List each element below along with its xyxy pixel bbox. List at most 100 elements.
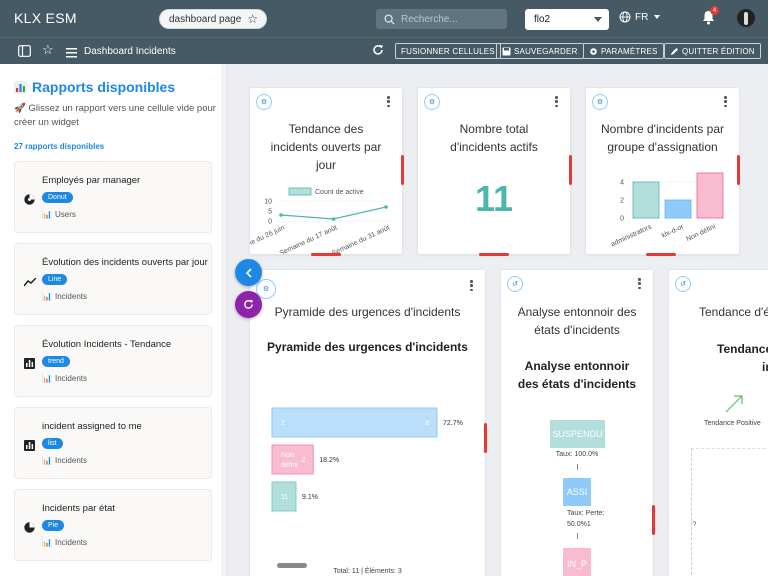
report-type-badge: Pie bbox=[42, 520, 65, 531]
search-box[interactable] bbox=[376, 9, 507, 29]
merge-cells-button[interactable]: FUSIONNER CELLULES bbox=[395, 43, 501, 59]
axis-tick: ? bbox=[693, 522, 697, 528]
avatar[interactable] bbox=[737, 9, 755, 27]
report-source-label: Incidents bbox=[54, 456, 87, 465]
report-card[interactable]: Évolution des incidents ouverts par jour… bbox=[14, 243, 212, 315]
table-icon: 📊 bbox=[42, 538, 52, 547]
widget-funnel[interactable]: ↺ Analyse entonnoir des états d'incident… bbox=[500, 269, 654, 576]
search-input[interactable] bbox=[401, 13, 501, 25]
resize-handle-right[interactable] bbox=[484, 423, 487, 453]
report-card[interactable]: Incidents par état Pie 📊 Incidents bbox=[14, 489, 212, 561]
app-title[interactable]: KLX ESM bbox=[14, 10, 77, 26]
chart-footer: Total: 11 | Éléments: 3 bbox=[333, 568, 402, 575]
more-vert-icon[interactable] bbox=[387, 96, 390, 107]
chart-subtitle: Pyramide des urgences d'incidents bbox=[267, 340, 468, 354]
widget-trend-evolution[interactable]: ↺ Tendance d'év Tendance in Tendance Pos… bbox=[668, 269, 768, 576]
workspace-value: flo2 bbox=[534, 14, 551, 25]
page-chip-label: dashboard page bbox=[169, 13, 242, 25]
report-source-label: Users bbox=[54, 210, 76, 219]
save-label: SAUVEGARDER bbox=[514, 46, 578, 56]
more-vert-icon[interactable] bbox=[555, 96, 558, 107]
value-label: 2 bbox=[301, 457, 305, 464]
quit-edit-button[interactable]: QUITTER ÉDITION bbox=[664, 43, 761, 59]
resize-handle-right[interactable] bbox=[569, 155, 572, 185]
save-button[interactable]: SAUVEGARDER bbox=[496, 43, 584, 59]
report-card[interactable]: Employés par manager Donut 📊 Users bbox=[14, 161, 212, 233]
resize-handle-right[interactable] bbox=[401, 155, 404, 185]
resize-handle-right[interactable] bbox=[652, 505, 655, 535]
star-icon[interactable]: ☆ bbox=[247, 12, 258, 26]
resize-handle-bottom[interactable] bbox=[479, 253, 509, 256]
search-icon bbox=[384, 13, 395, 25]
notifications-button[interactable]: 4 bbox=[702, 6, 719, 30]
widget-group[interactable]: ⚙ Nombre d'incidents par groupe d'assign… bbox=[585, 87, 740, 255]
value-label: 1 bbox=[284, 494, 288, 501]
x-tick-label: administrators bbox=[610, 223, 653, 248]
report-source-label: Incidents bbox=[54, 292, 87, 301]
line-chart: Count de active0510Semaine du 26 juinSem… bbox=[250, 187, 391, 255]
trend-up-icon bbox=[725, 395, 743, 413]
report-card[interactable]: Évolution Incidents - Tendance trend 📊 In… bbox=[14, 325, 212, 397]
drag-handle-icon[interactable]: ⚙ bbox=[256, 94, 272, 110]
drag-handle-icon[interactable]: ⚙ bbox=[592, 94, 608, 110]
workspace-select[interactable]: flo2 bbox=[525, 9, 609, 30]
funnel-stage[interactable]: SUSPENDU bbox=[550, 420, 605, 448]
more-vert-icon[interactable] bbox=[638, 278, 641, 289]
more-vert-icon[interactable] bbox=[470, 280, 473, 291]
resize-handle-bottom[interactable] bbox=[646, 253, 676, 256]
widget-total[interactable]: ⚙ Nombre total d'incidents actifs 11 bbox=[417, 87, 571, 255]
refresh-button[interactable] bbox=[235, 291, 262, 318]
funnel-stage[interactable]: ASSI bbox=[563, 478, 591, 506]
dashboard-toolbar: ☆ Dashboard Incidents FUSIONNER CELLULES… bbox=[0, 37, 768, 64]
widget-trend[interactable]: ⚙ Tendance des incidents ouverts par jou… bbox=[249, 87, 403, 255]
sidebar-toggle-icon[interactable] bbox=[18, 44, 31, 62]
report-count: 27 rapports disponibles bbox=[14, 142, 105, 151]
widget-pyramid[interactable]: ⚙ Pyramide des urgences d'incidents Pyra… bbox=[249, 269, 486, 576]
report-card[interactable]: incident assigned to me list 📊 Incidents bbox=[14, 407, 212, 479]
funnel-rate: Taux: Perte: bbox=[567, 510, 605, 517]
report-source: 📊 Incidents bbox=[42, 456, 87, 465]
chevron-left-icon bbox=[245, 267, 252, 278]
table-icon: 📊 bbox=[42, 210, 52, 219]
percent-label: 18.2% bbox=[319, 457, 339, 464]
widget-title: Tendance des incidents ouverts par jour bbox=[270, 122, 382, 172]
report-title: Évolution des incidents ouverts par jour bbox=[42, 257, 208, 268]
notification-badge: 4 bbox=[710, 6, 719, 15]
y-tick-label: 4 bbox=[620, 180, 624, 187]
resize-handle-bottom[interactable] bbox=[311, 253, 341, 256]
pyramid-bar bbox=[271, 407, 438, 438]
bar-chart: 0 2 4 administrators klx-d-or Non défini bbox=[610, 172, 726, 248]
chart-area bbox=[691, 448, 768, 576]
donut-icon bbox=[24, 192, 35, 210]
widget-title: Nombre total d'incidents actifs bbox=[450, 122, 538, 154]
settings-button[interactable]: PARAMÈTRES bbox=[583, 43, 664, 59]
report-title: incident assigned to me bbox=[42, 421, 142, 432]
refresh-icon[interactable] bbox=[372, 43, 384, 61]
drag-handle-icon[interactable]: ↺ bbox=[507, 276, 523, 292]
horizontal-scrollbar[interactable] bbox=[277, 563, 307, 568]
widget-title: Analyse entonnoir des états d'incidents bbox=[517, 305, 637, 337]
resize-handle-right[interactable] bbox=[737, 155, 740, 185]
star-icon[interactable]: ☆ bbox=[42, 42, 54, 58]
report-type-badge: Donut bbox=[42, 192, 73, 203]
x-tick-label: Semaine du 31 août bbox=[331, 224, 391, 255]
drag-handle-icon[interactable]: ⚙ bbox=[424, 94, 440, 110]
breadcrumb: Dashboard Incidents bbox=[84, 46, 176, 57]
merge-cells-label: FUSIONNER CELLULES bbox=[401, 46, 495, 56]
drag-handle-icon[interactable]: ↺ bbox=[675, 276, 691, 292]
gear-icon bbox=[590, 47, 597, 55]
page-chip[interactable]: dashboard page ☆ bbox=[159, 9, 267, 29]
y-tick-label: 0 bbox=[620, 216, 624, 223]
menu-icon[interactable] bbox=[66, 45, 77, 63]
language-selector[interactable]: FR bbox=[619, 11, 661, 23]
collapse-sidebar-button[interactable] bbox=[235, 259, 262, 286]
funnel-stage[interactable]: IN_P bbox=[563, 548, 591, 576]
refresh-icon bbox=[244, 299, 254, 309]
sidebar-scrollbar[interactable] bbox=[221, 64, 226, 576]
pyramid-bar bbox=[271, 444, 314, 475]
quit-edit-label: QUITTER ÉDITION bbox=[682, 46, 755, 56]
more-vert-icon[interactable] bbox=[724, 96, 727, 107]
x-tick-label: klx-d-or bbox=[661, 223, 686, 239]
report-source: 📊 Users bbox=[42, 210, 76, 219]
bar bbox=[696, 172, 724, 219]
